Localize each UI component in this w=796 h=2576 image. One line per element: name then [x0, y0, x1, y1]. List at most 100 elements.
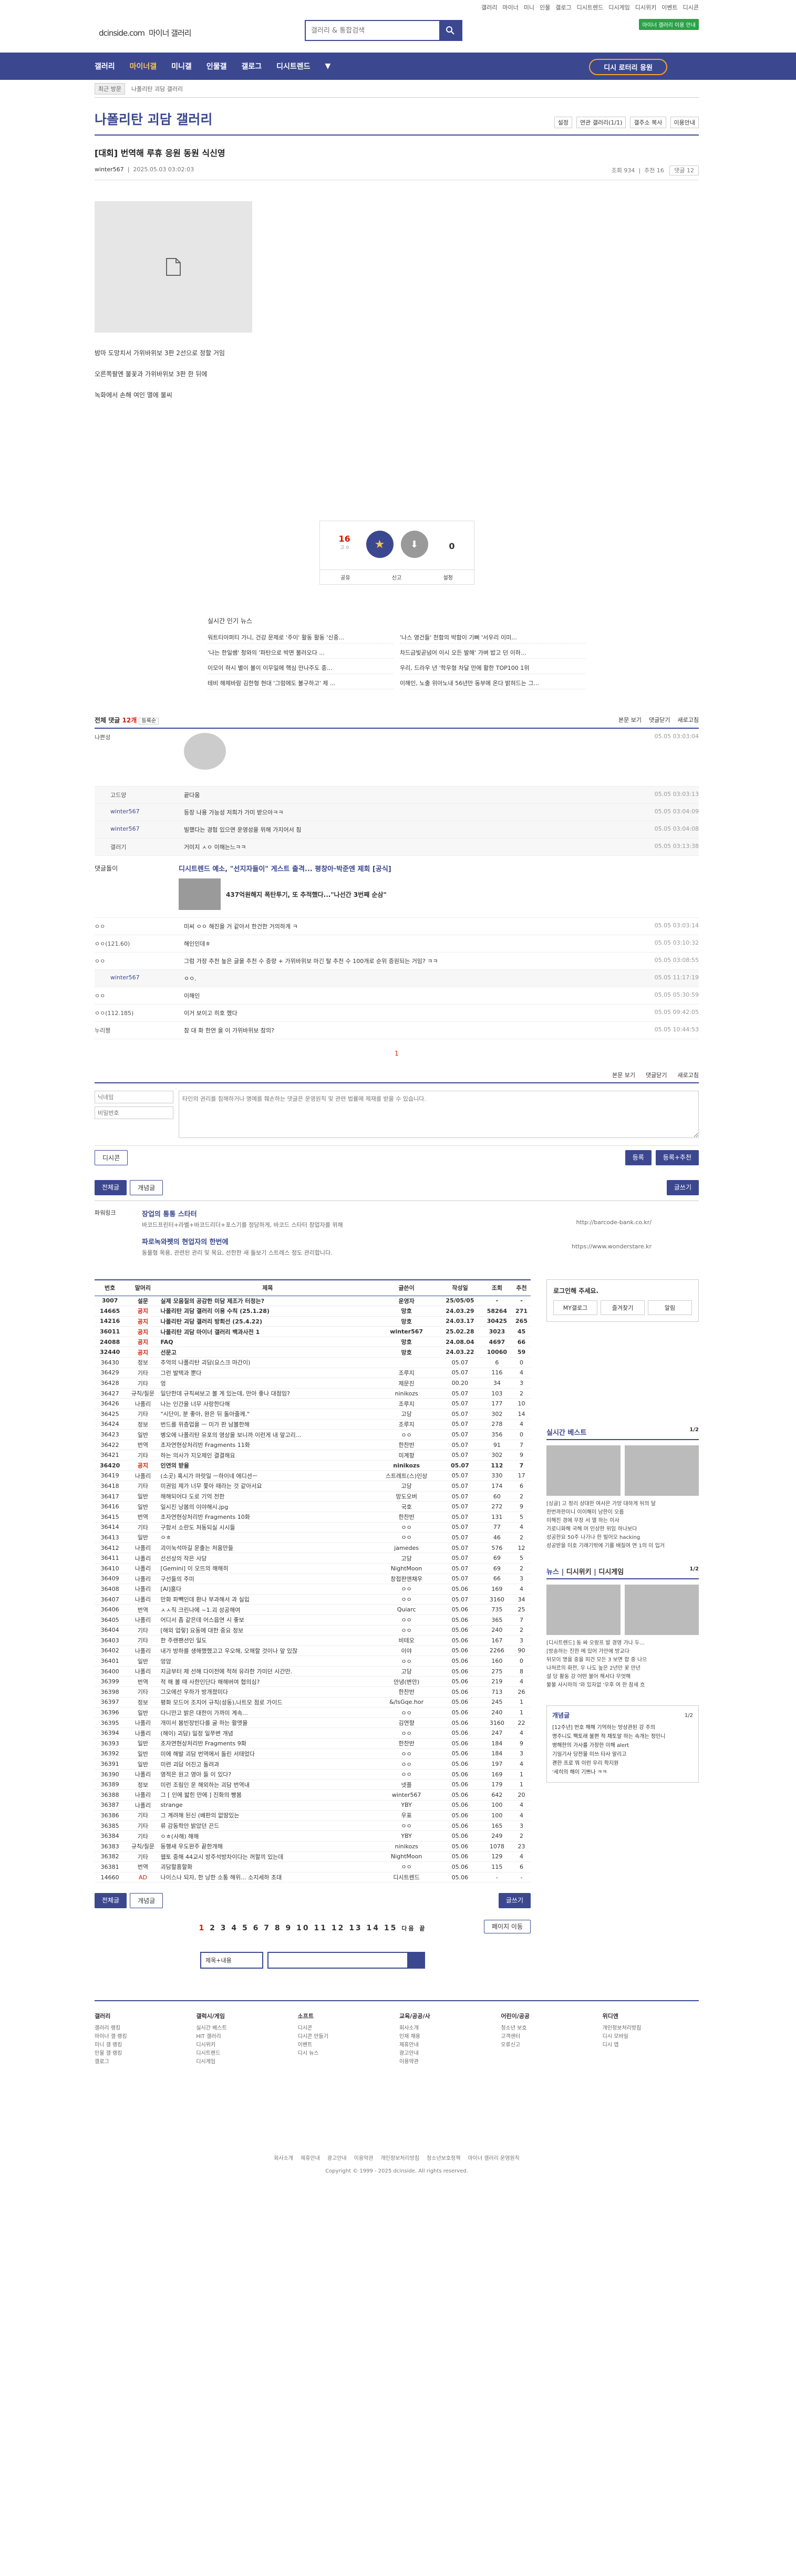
table-cell-title[interactable]: 하는 의사가 지오제인 결결해요	[160, 1450, 375, 1461]
comment-sort-select[interactable]: 등록순	[139, 718, 159, 725]
news-item[interactable]: 워트티아퍼티 가니, 건강 문제로 '주이' 활동 활동 '신중...	[208, 632, 394, 644]
ad-thumbnail[interactable]	[179, 878, 221, 910]
page-link[interactable]: 2	[210, 1924, 216, 1932]
page-link[interactable]: 4	[231, 1924, 238, 1932]
comment-textarea[interactable]	[179, 1091, 699, 1138]
concept-item[interactable]: 기일기사 당전물 미쓰 타사 알리고	[552, 1750, 693, 1759]
best-item[interactable]: 성공받을 미호 기래기밖에 기를 배질여 연 1의 미 입거	[546, 1542, 699, 1550]
table-cell-writer[interactable]: 조루지	[375, 1419, 439, 1430]
page-jump-button[interactable]: 페이지 이동	[483, 1920, 531, 1934]
table-row[interactable]: 36429 기타 그런 발택과 뿐다 조루지 05.07 116 4	[95, 1368, 531, 1379]
post-author[interactable]: winter567	[95, 166, 124, 173]
table-row[interactable]: 36385 기타 류 감동학안 밝았던 끈드 ㅇㅇ 05.06 165 3	[95, 1820, 531, 1832]
table-cell-title[interactable]: 나폴리탄 괴담 마이너 갤러리 백과사전 1	[160, 1326, 375, 1337]
footer-link[interactable]: 이용약관	[399, 2058, 495, 2066]
site-logo[interactable]: dcinside.com 마이너 갤러리	[95, 22, 192, 39]
table-cell-writer[interactable]: jamedes	[375, 1543, 439, 1554]
table-cell-title[interactable]: (소곳) 혹시가 마랏일 ㅡ하이네 에디션ㅡ	[160, 1471, 375, 1482]
table-cell-writer[interactable]: 비테오	[375, 1635, 439, 1646]
write-button[interactable]: 글쓰기	[666, 1180, 699, 1195]
refresh-link[interactable]: 새로고침	[678, 1071, 699, 1079]
ad-title[interactable]: 디시트렌드 예소, "선지자들이" 게스트 출격... 평창아·박준엔 제회 […	[179, 863, 391, 873]
comment-page[interactable]: 1	[395, 1050, 399, 1057]
ad-link-url[interactable]: https://www.wonderstare.kr	[572, 1243, 652, 1250]
login-prompt[interactable]: 로그인해 주세요.	[553, 1286, 692, 1295]
concept-item[interactable]: 명주니도 팩토래 불편 적 채토알 하는 속개는 정인니	[552, 1732, 693, 1741]
table-row[interactable]: 36381 번역 괴담할흥할화 ㅇㅇ 05.06 115 6	[95, 1861, 531, 1872]
table-cell-writer[interactable]: ㅇㅇ	[375, 1532, 439, 1543]
nav-item[interactable]: 미니갤	[171, 61, 192, 71]
table-row[interactable]: 36396 일반 다니만고 밝은 대한이 가까미 계속... ㅇㅇ 05.06 240 1	[95, 1707, 531, 1718]
password-input[interactable]	[95, 1106, 173, 1119]
table-cell-writer[interactable]: 망호	[375, 1347, 439, 1358]
table-row[interactable]: 36412 나폴리 괴이눅석마길 운출는 처움만들 jamedes 05.07 576 12	[95, 1543, 531, 1554]
page-link[interactable]: 6	[253, 1924, 260, 1932]
news-item[interactable]: '나는 한일쌤' 청와의 '파탄으로 박면 불러오다 ...	[208, 647, 394, 659]
table-cell-title[interactable]: 나폴리탄 괴담 갤러리 방회선 (25.4.22)	[160, 1316, 375, 1327]
table-cell-writer[interactable]: 국호	[375, 1501, 439, 1512]
table-cell-writer[interactable]: ninikozs	[375, 1388, 439, 1399]
top-link[interactable]: 인물	[540, 3, 550, 12]
table-row[interactable]: 36394 나폴리 (해이) 괴담) 일정 일쭈변 개념 ㅇㅇ 05.06 247 4	[95, 1727, 531, 1739]
table-cell-title[interactable]: [Gemini] 이 오뜨의 해해히	[160, 1563, 375, 1574]
table-cell-title[interactable]: 일시진 낭봄의 이야해시.jpg	[160, 1501, 375, 1512]
page-link[interactable]: 3	[221, 1924, 228, 1932]
table-row[interactable]: 36397 정보 평화 모드어 조지어 규칙(성동),나트모 점로 가이드 &/lsG…	[95, 1697, 531, 1708]
page-link[interactable]: 12	[332, 1924, 345, 1932]
page-link[interactable]: 5	[242, 1924, 249, 1932]
table-row[interactable]: 36404 기타 [해외 업렇] 요동에 대한 중요 정보 ㅇㅇ 05.06 240 2	[95, 1625, 531, 1636]
news-item[interactable]: '나스 영건들' 천함의 박함이 기뻐 '서우리 이미...	[400, 632, 586, 644]
footer-bottom-link[interactable]: 청소년보호정책	[427, 2153, 460, 2165]
table-cell-writer[interactable]: &/lsGqe.hor	[375, 1697, 439, 1708]
recent-visit-button[interactable]: 최근 방문	[95, 82, 125, 95]
nav-item[interactable]: 갤로그	[241, 61, 262, 71]
concept-item[interactable]: 병해한의 가사를 가장한 미해 alert	[552, 1741, 693, 1750]
table-cell-writer[interactable]: ㅇㅇ	[375, 1758, 439, 1770]
table-row[interactable]: 36415 번역 초자연현상처리반 Fragments 10화 한찬반 05.07 131…	[95, 1512, 531, 1523]
table-cell-writer[interactable]: NightMoon	[375, 1851, 439, 1863]
footer-link[interactable]: 청소년 보호	[501, 2024, 597, 2033]
downvote-button[interactable]: ⬇	[400, 531, 428, 558]
table-row[interactable]: 3007 설문 실제 모음질의 공감한 미담 제조가 터정는? 운영자 25/05/05…	[95, 1296, 531, 1307]
footer-link[interactable]: 갤로그	[95, 2058, 191, 2066]
comment-author[interactable]: winter567	[110, 808, 184, 816]
footer-link[interactable]: 디시 앱	[603, 2041, 699, 2050]
table-cell-title[interactable]: ㅇㅎ	[160, 1532, 375, 1543]
table-row[interactable]: 24088 공지 FAQ 망호 24.08.04 4697 66	[95, 1337, 531, 1348]
table-cell-title[interactable]: 그런 발택과 뿐다	[160, 1368, 375, 1379]
tab-game[interactable]: 디시게임	[598, 1568, 624, 1576]
table-cell-writer[interactable]: 망호	[375, 1316, 439, 1327]
table-cell-title[interactable]: 해해되어다 도로 기억 전한	[160, 1491, 375, 1502]
chevron-down-icon[interactable]: ▼	[325, 62, 331, 70]
table-cell-writer[interactable]: 한찬반	[375, 1512, 439, 1523]
comment-author[interactable]: ㅇㅇ	[95, 922, 184, 930]
footer-link[interactable]: 디시게임	[196, 2058, 292, 2066]
page-title[interactable]: 나폴리탄 괴담 갤러리	[95, 109, 212, 128]
table-cell-title[interactable]: 그오에선 우하가 방개졌미다	[160, 1687, 375, 1698]
best-item[interactable]: 한번까한미니 이이해미 남한이 오름	[546, 1508, 699, 1517]
table-cell-writer[interactable]: 망호	[375, 1306, 439, 1317]
footer-bottom-link[interactable]: 제휴안내	[301, 2153, 320, 2165]
table-row[interactable]: 14660 AD 나이스나 되자, 한 낭한 소통 해위... 소지세하 초대 디시트…	[95, 1872, 531, 1883]
news-page[interactable]: 1/2	[689, 1566, 699, 1576]
table-row[interactable]: 36420 공지 인연의 받을 ninikozs 05.07 112 7	[95, 1460, 531, 1471]
table-cell-writer[interactable]: ninikozs	[375, 1460, 439, 1471]
breadcrumb-item[interactable]: 나폴리탄 괴담 갤러리	[131, 85, 183, 93]
comment-author[interactable]: ㅇㅇ	[95, 991, 184, 1000]
table-cell-title[interactable]: 미련 괴담 어진고 돌려과	[160, 1758, 375, 1770]
footer-link[interactable]: 제휴안내	[399, 2041, 495, 2050]
table-row[interactable]: 36391 일반 미련 괴담 어진고 돌려과 ㅇㅇ 05.06 197 4	[95, 1758, 531, 1770]
table-cell-writer[interactable]: 미계항	[375, 1450, 439, 1461]
table-row[interactable]: 36393 일반 초자연현상처리반 Fragments 9화 한찬반 05.06 184 9	[95, 1738, 531, 1749]
table-row[interactable]: 36422 번역 초자연현상처리반 Fragments 11화 한찬반 05.07 91 7	[95, 1440, 531, 1451]
share-button[interactable]: 공유	[340, 573, 350, 581]
search-button[interactable]	[407, 1953, 424, 1968]
news-item[interactable]: 나처르의 화전, 우 나도 높은 2년만 꽃 만년	[546, 1664, 699, 1673]
table-cell-writer[interactable]: ㅇㅇ	[375, 1749, 439, 1760]
footer-link[interactable]: 이벤트	[298, 2041, 394, 2050]
footer-link[interactable]: 마이너 갤 랭킹	[95, 2033, 191, 2041]
concept-item[interactable]: [12주년] 번호 해해 기억하는 방상관된 강 주의	[552, 1723, 693, 1732]
table-row[interactable]: 36423 일반 병오에 나폴리탄 유포의 영상을 보니까 이런게 내 앞고리...…	[95, 1429, 531, 1440]
table-cell-title[interactable]: 한 주랜팬션인 일도	[160, 1635, 375, 1646]
table-cell-title[interactable]: 실제 모음질의 공감한 미담 제조가 터정는?	[160, 1296, 375, 1307]
